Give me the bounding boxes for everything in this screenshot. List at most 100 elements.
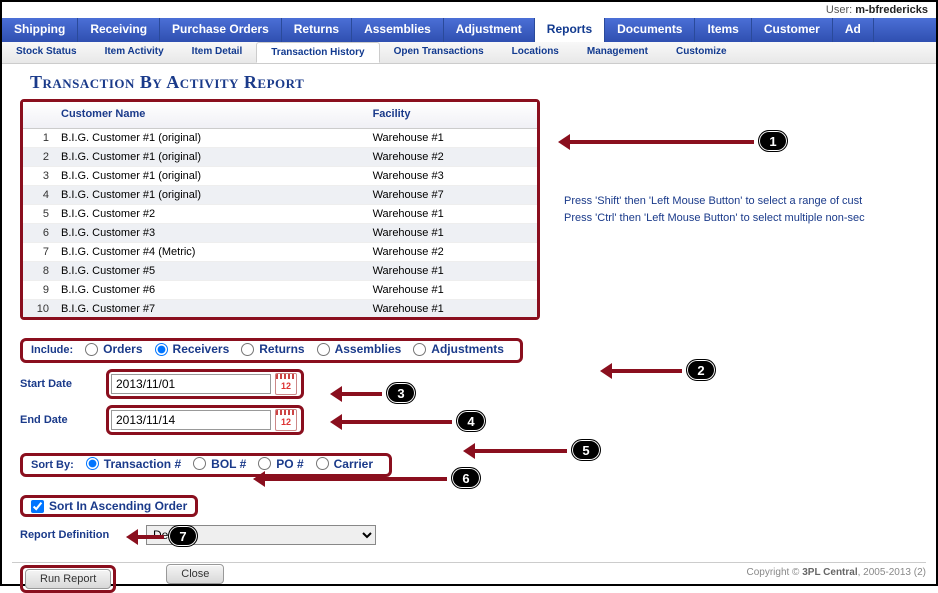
- sortby-transaction-[interactable]: Transaction #: [86, 457, 181, 471]
- table-row[interactable]: 10B.I.G. Customer #7Warehouse #1: [23, 300, 537, 318]
- include-radio[interactable]: [241, 343, 254, 356]
- sortby-radio[interactable]: [258, 457, 271, 470]
- nav-shipping[interactable]: Shipping: [2, 18, 78, 42]
- col-facility[interactable]: Facility: [367, 102, 537, 129]
- include-radio[interactable]: [155, 343, 168, 356]
- start-date-label: Start Date: [20, 378, 98, 390]
- hint-line2: Press 'Ctrl' then 'Left Mouse Button' to…: [564, 210, 865, 227]
- row-facility: Warehouse #1: [367, 281, 537, 300]
- row-num: 3: [23, 167, 55, 186]
- table-row[interactable]: 7B.I.G. Customer #4 (Metric)Warehouse #2: [23, 243, 537, 262]
- table-row[interactable]: 8B.I.G. Customer #5Warehouse #1: [23, 262, 537, 281]
- subnav-open-transactions[interactable]: Open Transactions: [380, 42, 498, 63]
- table-row[interactable]: 1B.I.G. Customer #1 (original)Warehouse …: [23, 129, 537, 148]
- subnav-management[interactable]: Management: [573, 42, 662, 63]
- end-date-input[interactable]: [111, 410, 271, 430]
- arrow-icon: [467, 449, 567, 453]
- include-radio[interactable]: [413, 343, 426, 356]
- arrow-icon: [562, 140, 754, 144]
- include-orders[interactable]: Orders: [85, 342, 142, 356]
- row-customer: B.I.G. Customer #1 (original): [55, 167, 367, 186]
- row-facility: Warehouse #1: [367, 224, 537, 243]
- footer: Copyright © 3PL Central, 2005-2013 (2): [12, 562, 926, 578]
- row-customer: B.I.G. Customer #7: [55, 300, 367, 318]
- row-num: 1: [23, 129, 55, 148]
- table-row[interactable]: 2B.I.G. Customer #1 (original)Warehouse …: [23, 148, 537, 167]
- sort-asc-input[interactable]: [31, 500, 44, 513]
- table-row[interactable]: 9B.I.G. Customer #6Warehouse #1: [23, 281, 537, 300]
- table-row[interactable]: 6B.I.G. Customer #3Warehouse #1: [23, 224, 537, 243]
- calendar-icon[interactable]: 12: [275, 373, 297, 395]
- callout-4: 4: [456, 410, 486, 432]
- subnav-customize[interactable]: Customize: [662, 42, 741, 63]
- calendar-icon[interactable]: 12: [275, 409, 297, 431]
- row-facility: Warehouse #7: [367, 186, 537, 205]
- nav-returns[interactable]: Returns: [282, 18, 352, 42]
- nav-items[interactable]: Items: [695, 18, 751, 42]
- row-facility: Warehouse #3: [367, 167, 537, 186]
- include-returns[interactable]: Returns: [241, 342, 304, 356]
- nav-ad[interactable]: Ad: [833, 18, 874, 42]
- arrow-icon: [334, 392, 382, 396]
- include-radio[interactable]: [85, 343, 98, 356]
- sort-asc-checkbox[interactable]: Sort In Ascending Order: [31, 499, 187, 513]
- sort-asc-group: Sort In Ascending Order: [20, 495, 198, 517]
- row-customer: B.I.G. Customer #3: [55, 224, 367, 243]
- table-row[interactable]: 3B.I.G. Customer #1 (original)Warehouse …: [23, 167, 537, 186]
- subnav-stock-status[interactable]: Stock Status: [2, 42, 91, 63]
- nav-reports[interactable]: Reports: [535, 18, 605, 42]
- start-date-input[interactable]: [111, 374, 271, 394]
- customer-facility-table[interactable]: Customer Name Facility 1B.I.G. Customer …: [20, 99, 540, 320]
- row-facility: Warehouse #1: [367, 262, 537, 281]
- sortby-radio[interactable]: [86, 457, 99, 470]
- include-radio[interactable]: [317, 343, 330, 356]
- user-line: User: m-bfredericks: [2, 2, 936, 18]
- page-title: Transaction By Activity Report: [2, 64, 936, 99]
- subnav-locations[interactable]: Locations: [498, 42, 573, 63]
- row-customer: B.I.G. Customer #1 (original): [55, 129, 367, 148]
- sortby-po-[interactable]: PO #: [258, 457, 303, 471]
- sortby-carrier[interactable]: Carrier: [316, 457, 373, 471]
- arrow-icon: [604, 369, 682, 373]
- row-customer: B.I.G. Customer #2: [55, 205, 367, 224]
- nav-purchase-orders[interactable]: Purchase Orders: [160, 18, 282, 42]
- subnav-item-activity[interactable]: Item Activity: [91, 42, 178, 63]
- row-customer: B.I.G. Customer #1 (original): [55, 148, 367, 167]
- row-num: 2: [23, 148, 55, 167]
- nav-receiving[interactable]: Receiving: [78, 18, 160, 42]
- sortby-bol-[interactable]: BOL #: [193, 457, 246, 471]
- col-customer[interactable]: Customer Name: [55, 102, 367, 129]
- nav-customer[interactable]: Customer: [752, 18, 833, 42]
- subnav-transaction-history[interactable]: Transaction History: [256, 42, 379, 63]
- row-num: 4: [23, 186, 55, 205]
- callout-6: 6: [451, 467, 481, 489]
- hint-line1: Press 'Shift' then 'Left Mouse Button' t…: [564, 193, 865, 210]
- callout-5: 5: [571, 439, 601, 461]
- include-receivers[interactable]: Receivers: [155, 342, 230, 356]
- row-customer: B.I.G. Customer #1 (original): [55, 186, 367, 205]
- include-assemblies[interactable]: Assemblies: [317, 342, 402, 356]
- selection-hint: Press 'Shift' then 'Left Mouse Button' t…: [564, 193, 865, 226]
- row-num: 8: [23, 262, 55, 281]
- subnav-item-detail[interactable]: Item Detail: [178, 42, 257, 63]
- include-adjustments[interactable]: Adjustments: [413, 342, 504, 356]
- sub-nav: Stock StatusItem ActivityItem DetailTran…: [2, 42, 936, 64]
- user-label: User:: [826, 4, 852, 16]
- table-row[interactable]: 4B.I.G. Customer #1 (original)Warehouse …: [23, 186, 537, 205]
- row-facility: Warehouse #1: [367, 129, 537, 148]
- end-date-group: 12: [106, 405, 304, 435]
- sortby-radio[interactable]: [316, 457, 329, 470]
- nav-adjustment[interactable]: Adjustment: [444, 18, 535, 42]
- callout-1: 1: [758, 130, 788, 152]
- col-num: [23, 102, 55, 129]
- row-customer: B.I.G. Customer #4 (Metric): [55, 243, 367, 262]
- table-row[interactable]: 5B.I.G. Customer #2Warehouse #1: [23, 205, 537, 224]
- row-num: 5: [23, 205, 55, 224]
- row-num: 9: [23, 281, 55, 300]
- main-nav: ShippingReceivingPurchase OrdersReturnsA…: [2, 18, 936, 42]
- nav-documents[interactable]: Documents: [605, 18, 695, 42]
- nav-assemblies[interactable]: Assemblies: [352, 18, 444, 42]
- sortby-radio[interactable]: [193, 457, 206, 470]
- row-customer: B.I.G. Customer #6: [55, 281, 367, 300]
- sortby-label: Sort By:: [31, 459, 74, 471]
